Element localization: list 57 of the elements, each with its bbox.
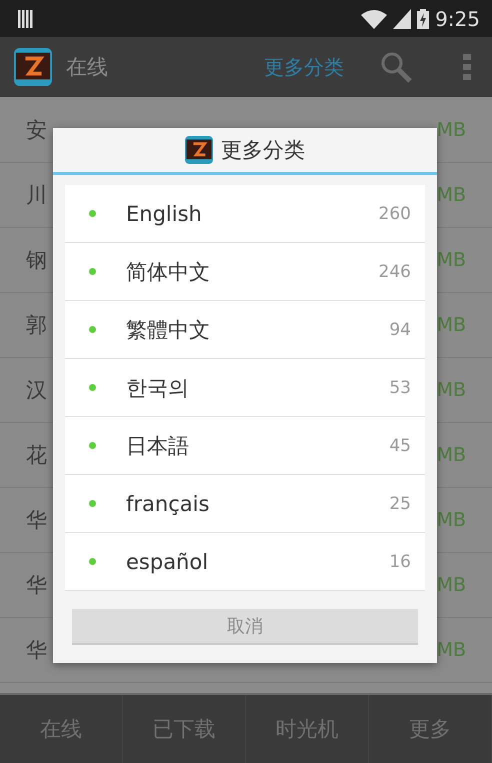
- search-icon[interactable]: [380, 51, 412, 83]
- bullet-icon: [89, 326, 96, 333]
- overflow-menu-icon[interactable]: [462, 54, 472, 80]
- signal-icon: [393, 8, 412, 28]
- category-item[interactable]: 繁體中文 94: [65, 301, 425, 359]
- font-name: 汉: [26, 377, 47, 404]
- category-count: 94: [389, 320, 411, 340]
- category-label: français: [126, 492, 210, 516]
- font-name: 安: [26, 116, 47, 144]
- category-count: 53: [389, 378, 411, 398]
- category-item[interactable]: 日本語 45: [65, 417, 425, 475]
- bullet-icon: [89, 210, 96, 217]
- category-count: 25: [389, 494, 411, 514]
- font-size-label: MB: [436, 444, 466, 466]
- bullet-icon: [89, 268, 96, 275]
- bullet-icon: [89, 442, 96, 449]
- category-label: 简体中文: [126, 258, 211, 286]
- font-size-label: MB: [436, 249, 466, 271]
- bullet-icon: [89, 500, 96, 507]
- bullet-icon: [89, 558, 96, 565]
- category-count: 45: [389, 436, 411, 456]
- app-logo-icon: [185, 136, 213, 164]
- app-logo-icon: [14, 48, 52, 86]
- category-count: 16: [389, 552, 411, 572]
- category-item[interactable]: français 25: [65, 475, 425, 533]
- category-label: 繁體中文: [126, 316, 211, 344]
- font-size-label: MB: [436, 574, 466, 596]
- category-label: 日本語: [126, 432, 190, 460]
- battery-charging-icon: [417, 8, 430, 28]
- font-name: 郭: [26, 312, 47, 339]
- font-name: 钢: [26, 247, 47, 274]
- action-bar-title: 在线: [66, 54, 108, 81]
- category-count: 246: [378, 262, 411, 282]
- category-label: español: [126, 550, 210, 574]
- category-item[interactable]: 한국의 53: [65, 359, 425, 417]
- notification-icon: [18, 10, 34, 28]
- category-label: 한국의: [126, 374, 190, 402]
- font-name: 花: [26, 442, 47, 469]
- font-name: 华: [26, 507, 47, 534]
- font-size-label: MB: [436, 509, 466, 531]
- wifi-icon: [361, 8, 388, 28]
- bullet-icon: [89, 384, 96, 391]
- category-count: 260: [378, 204, 411, 224]
- category-item[interactable]: español 16: [65, 533, 425, 591]
- font-size-label: MB: [436, 184, 466, 206]
- font-name: 华: [26, 637, 47, 664]
- font-size-label: MB: [436, 379, 466, 401]
- category-label: English: [126, 202, 203, 226]
- font-size-label: MB: [436, 314, 466, 336]
- font-name: 川: [26, 182, 47, 209]
- category-item[interactable]: 简体中文 246: [65, 243, 425, 301]
- status-time: 9:25: [435, 6, 480, 30]
- dialog-title: 更多分类: [221, 137, 305, 164]
- font-size-label: MB: [436, 118, 466, 140]
- font-name: 华: [26, 572, 47, 599]
- category-item[interactable]: English 260: [65, 185, 425, 243]
- font-size-label: MB: [436, 639, 466, 661]
